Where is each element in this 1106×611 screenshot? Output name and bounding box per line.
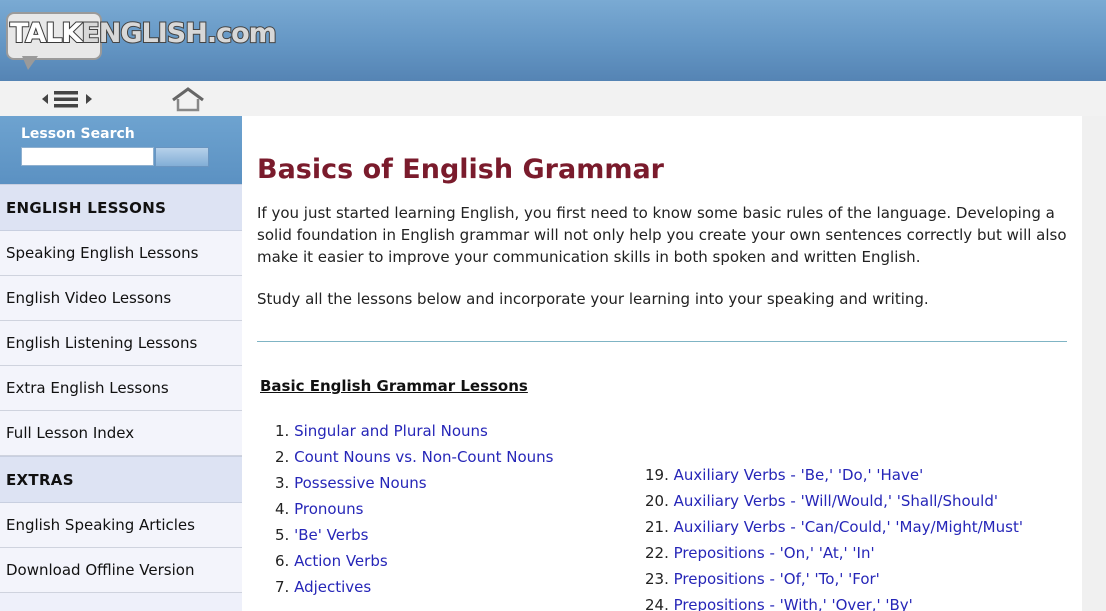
lesson-link[interactable]: Prepositions - 'With,' 'Over,' 'By' [674,596,913,611]
lesson-search-button[interactable] [155,147,209,167]
lesson-number: 7. [275,578,290,596]
list-item: 7. Adjectives [275,578,554,604]
list-item: 2. Count Nouns vs. Non-Count Nouns [275,448,554,474]
sidebar-item-full-lesson-index[interactable]: Full Lesson Index [0,411,242,456]
sidebar-item-extra-english-lessons[interactable]: Extra English Lessons [0,366,242,411]
lesson-number: 5. [275,526,290,544]
lesson-search-label: Lesson Search [21,126,135,142]
lesson-number: 6. [275,552,290,570]
nav-bar [0,81,1106,116]
lesson-number: 4. [275,500,290,518]
page-title: Basics of English Grammar [257,154,664,185]
list-item: 3. Possessive Nouns [275,474,554,500]
list-item: 5. 'Be' Verbs [275,526,554,552]
list-item: 22. Prepositions - 'On,' 'At,' 'In' [645,544,1023,570]
lesson-number: 24. [645,596,669,611]
logo-talk: TALK [9,17,83,50]
lesson-list-left: 1. Singular and Plural Nouns 2. Count No… [275,422,554,604]
lesson-link[interactable]: Pronouns [294,500,363,518]
lesson-link[interactable]: Prepositions - 'On,' 'At,' 'In' [674,544,875,562]
lesson-link[interactable]: Adjectives [294,578,371,596]
sidebar-heading-extras: EXTRAS [0,456,242,503]
right-gutter [1082,116,1106,611]
logo-text: TALKENGLISH.com [9,17,278,50]
list-item: 6. Action Verbs [275,552,554,578]
list-item: 21. Auxiliary Verbs - 'Can/Could,' 'May/… [645,518,1023,544]
lesson-number: 19. [645,466,669,484]
sidebar-item-speaking-english-lessons[interactable]: Speaking English Lessons [0,231,242,276]
lesson-search-input[interactable] [21,147,154,166]
list-item: 24. Prepositions - 'With,' 'Over,' 'By' [645,596,1023,611]
main-content: Basics of English Grammar If you just st… [242,116,1082,611]
sidebar-item-english-listening-lessons[interactable]: English Listening Lessons [0,321,242,366]
lesson-number: 23. [645,570,669,588]
lesson-number: 3. [275,474,290,492]
sidebar-item-english-speaking-articles[interactable]: English Speaking Articles [0,503,242,548]
lesson-link[interactable]: Count Nouns vs. Non-Count Nouns [294,448,553,466]
study-paragraph: Study all the lessons below and incorpor… [257,290,929,308]
lesson-number: 22. [645,544,669,562]
logo-bubble-tail [22,56,38,70]
divider [257,341,1067,342]
lesson-link[interactable]: Auxiliary Verbs - 'Be,' 'Do,' 'Have' [674,466,924,484]
lesson-link[interactable]: Singular and Plural Nouns [294,422,488,440]
sidebar-item-english-video-lessons[interactable]: English Video Lessons [0,276,242,321]
home-icon[interactable] [170,86,206,112]
site-header: TALKENGLISH.com [0,0,1106,81]
lesson-link[interactable]: Prepositions - 'Of,' 'To,' 'For' [674,570,880,588]
sidebar-item-download-offline-version[interactable]: Download Offline Version [0,548,242,593]
lesson-number: 21. [645,518,669,536]
lesson-link[interactable]: Auxiliary Verbs - 'Can/Could,' 'May/Migh… [674,518,1023,536]
lesson-link[interactable]: Auxiliary Verbs - 'Will/Would,' 'Shall/S… [674,492,998,510]
list-item: 1. Singular and Plural Nouns [275,422,554,448]
lesson-number: 20. [645,492,669,510]
lesson-number: 2. [275,448,290,466]
lesson-link[interactable]: Possessive Nouns [294,474,426,492]
lesson-number: 1. [275,422,290,440]
list-item: 19. Auxiliary Verbs - 'Be,' 'Do,' 'Have' [645,466,1023,492]
list-item: 4. Pronouns [275,500,554,526]
list-item: 23. Prepositions - 'Of,' 'To,' 'For' [645,570,1023,596]
lesson-list-right: 19. Auxiliary Verbs - 'Be,' 'Do,' 'Have'… [645,466,1023,611]
lesson-search-panel: Lesson Search [0,116,242,184]
sidebar: Lesson Search ENGLISH LESSONS Speaking E… [0,116,242,611]
section-title: Basic English Grammar Lessons [260,377,528,395]
intro-paragraph: If you just started learning English, yo… [257,204,1067,266]
lesson-link[interactable]: Action Verbs [294,552,388,570]
menu-arrows-icon[interactable] [40,89,96,109]
logo-domain: ENGLISH.com [80,17,277,50]
list-item: 20. Auxiliary Verbs - 'Will/Would,' 'Sha… [645,492,1023,518]
sidebar-heading-english-lessons: ENGLISH LESSONS [0,184,242,231]
lesson-link[interactable]: 'Be' Verbs [294,526,368,544]
